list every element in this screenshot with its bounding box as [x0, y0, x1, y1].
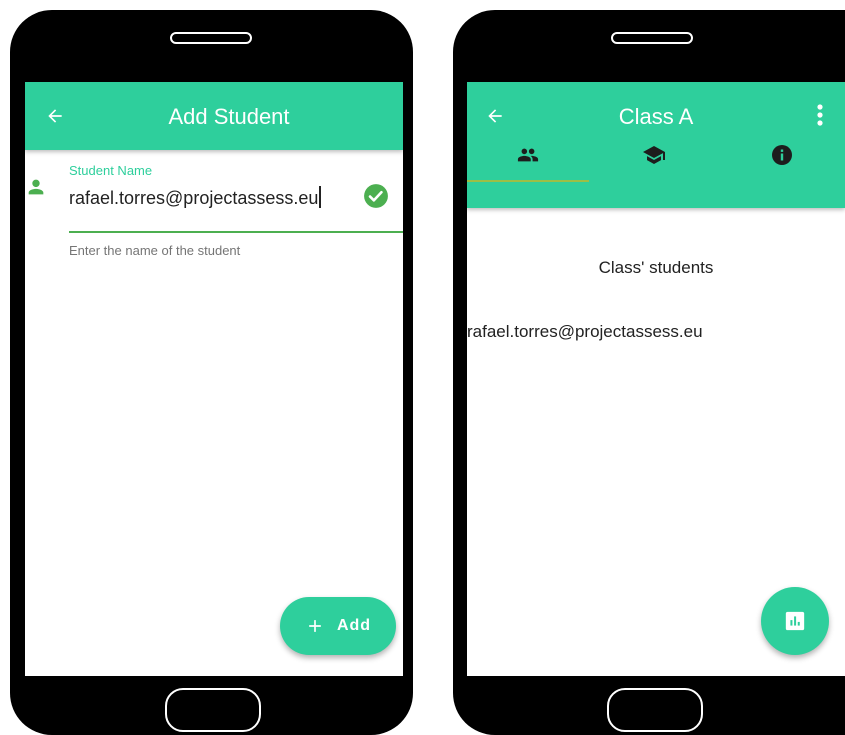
helper-text: Enter the name of the student	[69, 243, 241, 258]
input-underline	[69, 231, 403, 233]
plus-icon	[309, 620, 321, 632]
tab-indicator	[467, 180, 589, 182]
section-title: Class' students	[598, 258, 714, 277]
tab-info[interactable]	[719, 128, 845, 182]
add-button-label: Add	[336, 617, 372, 634]
person-icon	[28, 179, 44, 195]
speaker-slot	[611, 32, 693, 44]
text-cursor	[319, 186, 322, 208]
add-button[interactable]: Add	[280, 597, 396, 655]
home-button[interactable]	[607, 688, 703, 732]
student-name-input[interactable]: rafael.torres@projectassess.eu	[69, 186, 322, 209]
people-icon	[517, 148, 539, 162]
add-student-screen: Add Student Student Name rafael.torres@p…	[25, 82, 403, 676]
left-phone-frame: Add Student Student Name rafael.torres@p…	[10, 10, 413, 735]
app-bar: Class A	[467, 82, 845, 208]
student-list-item[interactable]: rafael.torres@projectassess.eu	[467, 322, 703, 342]
app-bar: Add Student	[25, 82, 403, 150]
info-icon	[772, 145, 792, 165]
student-name-label: Student Name	[69, 163, 153, 178]
page-title: Add Student	[168, 104, 290, 129]
school-icon	[643, 146, 665, 164]
tab-courses[interactable]	[589, 128, 719, 182]
class-screen: Class A Class' students rafael.torres@pr…	[467, 82, 845, 676]
home-button[interactable]	[165, 688, 261, 732]
right-phone-frame: Class A Class' students rafael.torres@pr…	[453, 10, 845, 735]
student-name-value: rafael.torres@projectassess.eu	[69, 188, 319, 208]
page-title: Class A	[618, 104, 694, 129]
check-circle-icon	[364, 184, 388, 208]
stats-button[interactable]	[761, 587, 829, 655]
bar-chart-icon	[785, 611, 805, 631]
more-vert-icon[interactable]	[817, 104, 823, 126]
tab-students[interactable]	[467, 128, 589, 182]
speaker-slot	[170, 32, 252, 44]
